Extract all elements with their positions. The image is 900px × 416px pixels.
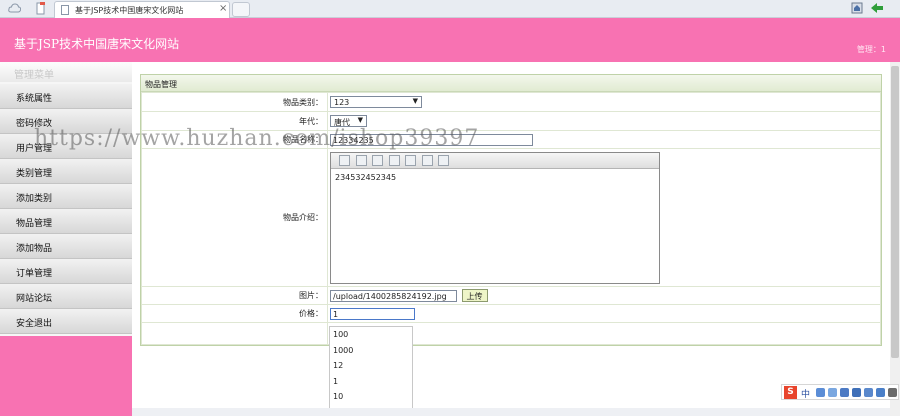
- image-path-input[interactable]: /upload/1400285824192.jpg: [330, 289, 457, 302]
- menu-item-system-settings[interactable]: 系统属性: [0, 84, 132, 109]
- moon-icon[interactable]: [816, 388, 825, 397]
- back-arrow-icon[interactable]: [870, 2, 884, 14]
- menu-item-order-management[interactable]: 订单管理: [0, 259, 132, 284]
- document-icon[interactable]: [34, 2, 47, 15]
- scrollbar-thumb[interactable]: [891, 66, 899, 358]
- editor-button-icon[interactable]: [388, 154, 400, 166]
- menu-item-item-management[interactable]: 物品管理: [0, 209, 132, 234]
- site-header: 基于JSP技术中国唐宋文化网站 管理：1: [0, 18, 900, 62]
- autocomplete-option[interactable]: 100: [330, 327, 412, 343]
- price-input[interactable]: 1: [330, 307, 415, 320]
- form-row-category: 物品类别： 123 ▼: [141, 92, 881, 112]
- admin-welcome: 管理：1: [856, 45, 886, 54]
- taskbar-strip: [132, 408, 890, 416]
- keyboard-icon[interactable]: [840, 388, 849, 397]
- page-icon: [61, 5, 69, 15]
- form-row-image: 图片： /upload/1400285824192.jpg 上传: [141, 286, 881, 305]
- editor-button-icon[interactable]: [421, 154, 433, 166]
- category-select-value: 123: [334, 98, 350, 107]
- cloud-icon[interactable]: [8, 2, 21, 15]
- watermark-text: https://www.huzhan.com/ishop39397: [34, 126, 480, 151]
- panel-title: 物品管理: [141, 75, 881, 92]
- sidebar-footer: [0, 336, 132, 416]
- upload-button[interactable]: 上传: [461, 289, 488, 302]
- category-select[interactable]: 123 ▼: [330, 96, 422, 108]
- price-label: 价格：: [141, 304, 328, 323]
- intro-label: 物品介绍：: [141, 148, 328, 287]
- menu-item-add-category[interactable]: 添加类别: [0, 184, 132, 209]
- autocomplete-option[interactable]: 1: [330, 374, 412, 390]
- admin-sidebar: 管理菜单 系统属性 密码修改 用户管理 类别管理 添加类别 物品管理 添加物品 …: [0, 62, 132, 416]
- item-form-panel: 物品管理 物品类别： 123 ▼ 年代： 唐代 ▼ 物品名称： 12334235…: [140, 74, 882, 346]
- browser-tab-strip: 基于JSP技术中国唐宋文化网站 ×: [0, 0, 900, 18]
- ime-toolbar: S 中: [781, 384, 899, 400]
- editor-content[interactable]: 234532452345: [331, 169, 659, 186]
- editor-button-icon[interactable]: [438, 154, 450, 166]
- menu-item-category-management[interactable]: 类别管理: [0, 159, 132, 184]
- editor-button-icon[interactable]: [372, 154, 384, 166]
- form-row-price: 价格： 1: [141, 304, 881, 323]
- home-icon[interactable]: [851, 2, 863, 14]
- editor-toolbar: [331, 152, 659, 169]
- rich-text-editor: 234532452345: [330, 151, 660, 284]
- tool-icon[interactable]: [888, 388, 897, 397]
- editor-button-icon[interactable]: [405, 154, 417, 166]
- menu-item-add-item[interactable]: 添加物品: [0, 234, 132, 259]
- admin-menu: 系统属性 密码修改 用户管理 类别管理 添加类别 物品管理 添加物品 订单管理 …: [0, 84, 132, 334]
- autocomplete-option[interactable]: 12: [330, 358, 412, 374]
- new-tab-button[interactable]: [232, 2, 250, 17]
- editor-button-icon[interactable]: [355, 154, 367, 166]
- form-row-intro: 物品介绍： 234532452345: [141, 148, 881, 287]
- menu-item-forum[interactable]: 网站论坛: [0, 284, 132, 309]
- shirt-icon[interactable]: [864, 388, 873, 397]
- tab-close-icon[interactable]: ×: [219, 3, 227, 14]
- page-scrollbar[interactable]: [890, 62, 900, 416]
- category-label: 物品类别：: [141, 92, 328, 112]
- browser-tab-active[interactable]: 基于JSP技术中国唐宋文化网站 ×: [54, 1, 230, 18]
- form-row-empty: [141, 322, 881, 345]
- editor-button-icon[interactable]: [339, 154, 350, 166]
- dropdown-arrow-icon: ▼: [412, 97, 418, 105]
- punctuation-icon[interactable]: [828, 388, 837, 397]
- price-autocomplete-list: 100 1000 12 1 10 10000: [329, 326, 413, 416]
- menu-title: 管理菜单: [0, 62, 132, 82]
- screen: 基于JSP技术中国唐宋文化网站 × 基于JSP技术中国唐宋文化网站 管理：1 管…: [0, 0, 900, 416]
- autocomplete-option[interactable]: 1000: [330, 343, 412, 359]
- tab-title: 基于JSP技术中国唐宋文化网站: [75, 6, 184, 15]
- ime-logo-icon[interactable]: S: [784, 386, 797, 399]
- site-title: 基于JSP技术中国唐宋文化网站: [14, 37, 180, 51]
- grid-icon[interactable]: [852, 388, 861, 397]
- ime-mode[interactable]: 中: [801, 387, 810, 400]
- image-label: 图片：: [141, 286, 328, 305]
- arrow-up-icon[interactable]: [876, 388, 885, 397]
- menu-item-logout[interactable]: 安全退出: [0, 309, 132, 334]
- dropdown-arrow-icon: ▼: [357, 116, 363, 124]
- autocomplete-option[interactable]: 10: [330, 389, 412, 405]
